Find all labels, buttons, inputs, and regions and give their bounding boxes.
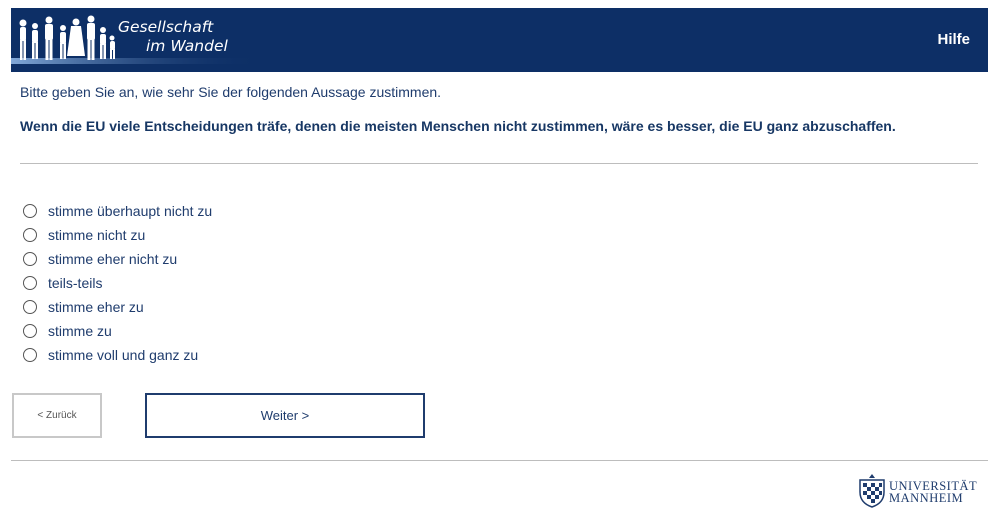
option-label: stimme zu xyxy=(48,323,112,339)
logo-line2: im Wandel xyxy=(146,37,228,55)
radio-button[interactable] xyxy=(23,324,37,338)
option-label: stimme voll und ganz zu xyxy=(48,347,199,363)
gesellschaft-im-wandel-logo: Gesellschaft im Wandel xyxy=(11,8,261,72)
radio-button[interactable] xyxy=(23,252,37,266)
university-crest-icon xyxy=(859,474,885,508)
option-label: teils-teils xyxy=(48,275,103,291)
option-4[interactable]: teils-teils xyxy=(23,271,212,295)
university-mannheim-logo: UNIVERSITÄT MANNHEIM xyxy=(857,472,991,512)
instruction-text: Bitte geben Sie an, wie sehr Sie der fol… xyxy=(20,84,442,100)
option-label: stimme eher zu xyxy=(48,299,144,315)
university-name: UNIVERSITÄT MANNHEIM xyxy=(889,480,977,505)
radio-button[interactable] xyxy=(23,228,37,242)
university-line2: MANNHEIM xyxy=(889,491,964,505)
option-label: stimme überhaupt nicht zu xyxy=(48,203,213,219)
option-2[interactable]: stimme nicht zu xyxy=(23,223,212,247)
logo-text: Gesellschaft im Wandel xyxy=(118,18,228,56)
radio-button[interactable] xyxy=(23,204,37,218)
next-button[interactable]: Weiter > xyxy=(145,393,425,438)
logo-line1: Gesellschaft xyxy=(118,18,214,36)
header-bar: Gesellschaft im Wandel Hilfe xyxy=(11,8,988,72)
option-label: stimme eher nicht zu xyxy=(48,251,178,267)
option-label: stimme nicht zu xyxy=(48,227,146,243)
back-button[interactable]: < Zurück xyxy=(12,393,102,438)
option-7[interactable]: stimme voll und ganz zu xyxy=(23,343,212,367)
option-5[interactable]: stimme eher zu xyxy=(23,295,212,319)
option-1[interactable]: stimme überhaupt nicht zu xyxy=(23,199,212,223)
option-6[interactable]: stimme zu xyxy=(23,319,212,343)
divider-top xyxy=(20,163,978,164)
question-text: Wenn die EU viele Entscheidungen träfe, … xyxy=(20,118,896,134)
answer-options: stimme überhaupt nicht zu stimme nicht z… xyxy=(23,199,212,367)
radio-button[interactable] xyxy=(23,276,37,290)
help-link[interactable]: Hilfe xyxy=(937,31,970,48)
option-3[interactable]: stimme eher nicht zu xyxy=(23,247,212,271)
divider-bottom xyxy=(11,460,988,461)
radio-button[interactable] xyxy=(23,348,37,362)
radio-button[interactable] xyxy=(23,300,37,314)
